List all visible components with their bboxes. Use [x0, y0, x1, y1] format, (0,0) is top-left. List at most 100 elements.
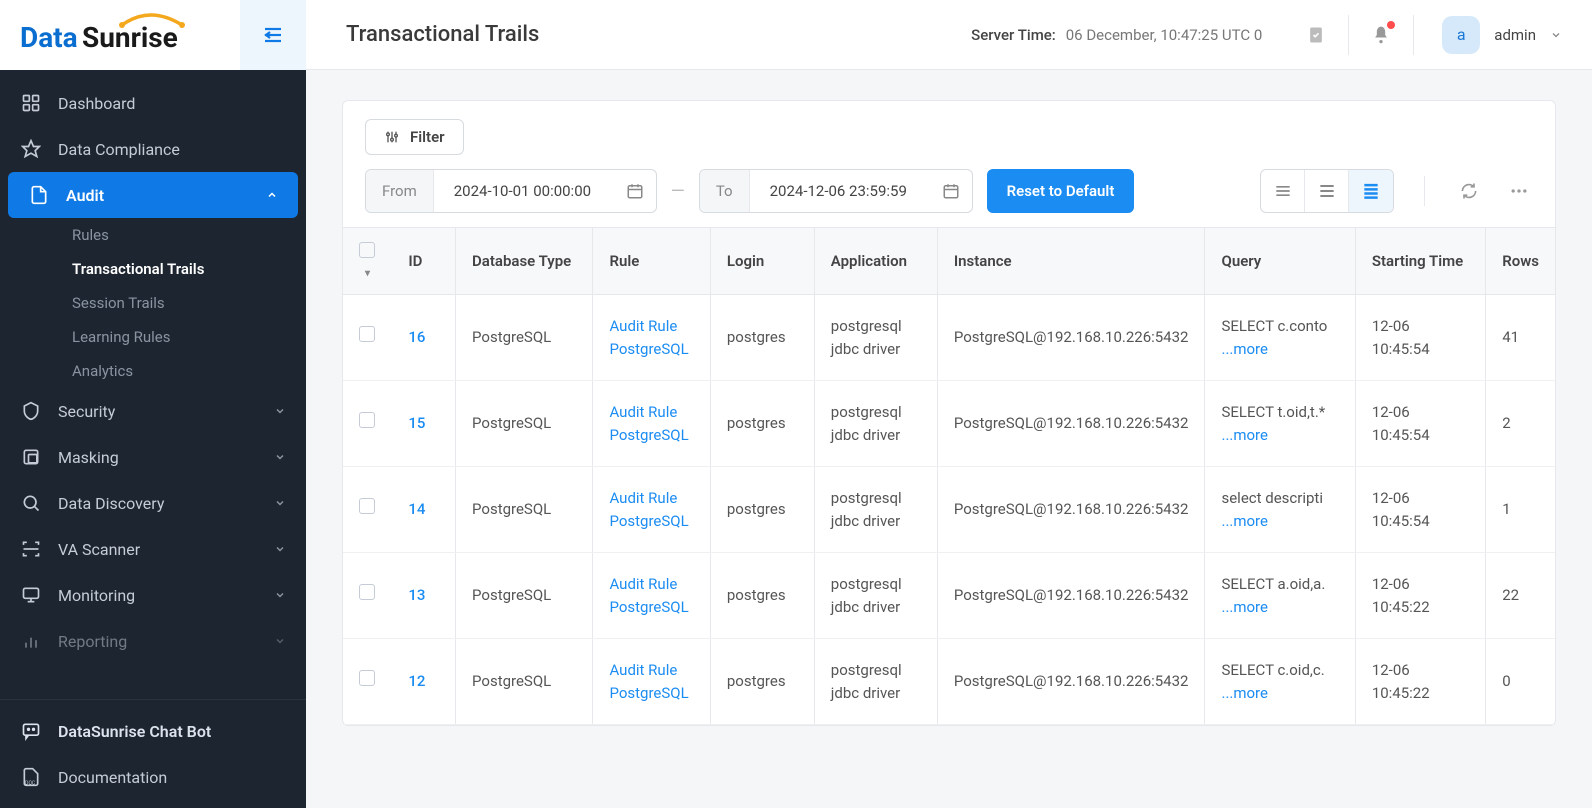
- rule-link[interactable]: Audit Rule: [609, 317, 677, 335]
- chevron-down-icon[interactable]: ▾: [365, 268, 370, 279]
- sidebar-item-masking[interactable]: Masking: [0, 434, 306, 480]
- rule-link[interactable]: Audit Rule: [609, 489, 677, 507]
- row-id-link[interactable]: 14: [408, 500, 425, 518]
- from-value: 2024-10-01 00:00:00: [434, 182, 614, 200]
- sub-item-rules[interactable]: Rules: [44, 218, 306, 252]
- col-id[interactable]: ID: [392, 228, 455, 295]
- cell-db-type: PostgreSQL: [456, 295, 593, 381]
- to-date-input[interactable]: To 2024-12-06 23:59:59: [699, 169, 973, 213]
- table-row[interactable]: 14 PostgreSQLAudit Rule PostgreSQLpostgres…: [343, 467, 1555, 553]
- view-medium-button[interactable]: [1305, 170, 1349, 212]
- col-db-type[interactable]: Database Type: [456, 228, 593, 295]
- col-instance[interactable]: Instance: [937, 228, 1205, 295]
- cell-login: postgres: [710, 295, 814, 381]
- view-compact-button[interactable]: [1261, 170, 1305, 212]
- rule-link[interactable]: Audit Rule: [609, 661, 677, 679]
- row-id-link[interactable]: 16: [408, 328, 425, 346]
- rule-link[interactable]: PostgreSQL: [609, 340, 688, 358]
- row-id-link[interactable]: 15: [408, 414, 425, 432]
- query-more-link[interactable]: ...more: [1221, 684, 1267, 702]
- sidebar-item-dashboard[interactable]: Dashboard: [0, 80, 306, 126]
- trails-card: Filter From 2024-10-01 00:00:00 — To 202…: [342, 100, 1556, 726]
- col-query[interactable]: Query: [1205, 228, 1355, 295]
- table-row[interactable]: 16 PostgreSQL Audit Rule PostgreSQL postgres…: [343, 295, 1555, 381]
- row-checkbox[interactable]: [359, 498, 375, 514]
- cell-rule: Audit Rule PostgreSQL: [593, 381, 710, 467]
- calendar-icon[interactable]: [614, 182, 656, 200]
- col-rows[interactable]: Rows: [1486, 228, 1555, 295]
- query-more-link[interactable]: ...more: [1221, 512, 1267, 530]
- rule-link[interactable]: PostgreSQL: [609, 598, 688, 616]
- col-rule[interactable]: Rule: [593, 228, 710, 295]
- user-menu[interactable]: a admin: [1442, 16, 1562, 54]
- sub-item-transactional-trails[interactable]: Transactional Trails: [44, 252, 306, 286]
- sidebar-item-security[interactable]: Security: [0, 388, 306, 434]
- cell-application: postgresql jdbc driver: [814, 295, 937, 381]
- sub-item-analytics[interactable]: Analytics: [44, 354, 306, 388]
- sidebar-item-discovery[interactable]: Data Discovery: [0, 480, 306, 526]
- table-row[interactable]: 12PostgreSQLAudit RulePostgreSQLpostgres…: [343, 639, 1555, 725]
- row-checkbox[interactable]: [359, 584, 375, 600]
- sidebar-item-audit[interactable]: Audit: [8, 172, 298, 218]
- logo[interactable]: Data Sunrise: [0, 0, 240, 70]
- tasks-button[interactable]: [1292, 11, 1340, 59]
- query-more-link[interactable]: ...more: [1221, 598, 1267, 616]
- row-checkbox[interactable]: [359, 326, 375, 342]
- table-row[interactable]: 15PostgreSQLAudit RulePostgreSQLpostgres…: [343, 381, 1555, 467]
- select-all-checkbox[interactable]: [359, 242, 375, 258]
- sidebar-item-chatbot[interactable]: DataSunrise Chat Bot: [0, 708, 306, 754]
- sidebar-item-documentation[interactable]: DOC Documentation: [0, 754, 306, 800]
- sidebar-item-va-scanner[interactable]: VA Scanner: [0, 526, 306, 572]
- sidebar-item-compliance[interactable]: Data Compliance: [0, 126, 306, 172]
- chart-icon: [20, 630, 42, 652]
- sidebar-item-label: DataSunrise Chat Bot: [58, 722, 211, 741]
- calendar-icon[interactable]: [930, 182, 972, 200]
- rule-link[interactable]: Audit Rule: [609, 575, 677, 593]
- rule-link[interactable]: PostgreSQL: [609, 684, 688, 702]
- rule-link[interactable]: PostgreSQL: [609, 512, 688, 530]
- row-checkbox[interactable]: [359, 670, 375, 686]
- sidebar-item-label: VA Scanner: [58, 540, 140, 559]
- file-icon: [28, 184, 50, 206]
- cell-db-type: PostgreSQL: [456, 639, 593, 725]
- sidebar-item-reporting[interactable]: Reporting: [0, 618, 306, 664]
- refresh-button[interactable]: [1455, 181, 1483, 201]
- chevron-down-icon: [274, 635, 286, 647]
- cell-rule: Audit Rule PostgreSQL: [593, 639, 710, 725]
- svg-text:Sunrise: Sunrise: [82, 21, 178, 54]
- view-large-button[interactable]: [1349, 170, 1393, 212]
- notification-dot: [1387, 21, 1395, 29]
- rule-link[interactable]: Audit Rule: [609, 403, 677, 421]
- row-id-link[interactable]: 12: [408, 672, 425, 690]
- more-actions-button[interactable]: [1505, 181, 1533, 201]
- row-id-link[interactable]: 13: [408, 586, 425, 604]
- clipboard-check-icon: [1306, 25, 1326, 45]
- trails-table: ▾ ID Database Type Rule Login Applicatio…: [343, 227, 1555, 725]
- col-application[interactable]: Application: [814, 228, 937, 295]
- chat-icon: [20, 720, 42, 742]
- sidebar-collapse-button[interactable]: [240, 0, 306, 70]
- filter-button[interactable]: Filter: [365, 119, 464, 155]
- row-checkbox[interactable]: [359, 412, 375, 428]
- cell-login: postgres: [710, 467, 814, 553]
- from-date-input[interactable]: From 2024-10-01 00:00:00: [365, 169, 657, 213]
- rule-link[interactable]: PostgreSQL: [609, 426, 688, 444]
- cell-start: 12-06 10:45:22: [1355, 553, 1485, 639]
- notifications-button[interactable]: [1357, 11, 1405, 59]
- cell-rows: 0: [1486, 639, 1555, 725]
- reset-button[interactable]: Reset to Default: [987, 169, 1135, 213]
- cell-rule: Audit Rule PostgreSQL: [593, 467, 710, 553]
- table-row[interactable]: 13PostgreSQLAudit RulePostgreSQLpostgres…: [343, 553, 1555, 639]
- col-start[interactable]: Starting Time: [1355, 228, 1485, 295]
- page-title: Transactional Trails: [346, 22, 539, 47]
- sidebar-item-label: Documentation: [58, 768, 167, 787]
- sidebar-item-monitoring[interactable]: Monitoring: [0, 572, 306, 618]
- main-content: Filter From 2024-10-01 00:00:00 — To 202…: [306, 70, 1592, 808]
- sub-item-learning-rules[interactable]: Learning Rules: [44, 320, 306, 354]
- sidebar-item-label: Data Discovery: [58, 494, 164, 513]
- col-login[interactable]: Login: [710, 228, 814, 295]
- query-more-link[interactable]: ...more: [1221, 340, 1267, 358]
- query-more-link[interactable]: ...more: [1221, 426, 1267, 444]
- view-density-group: [1260, 169, 1394, 213]
- sub-item-session-trails[interactable]: Session Trails: [44, 286, 306, 320]
